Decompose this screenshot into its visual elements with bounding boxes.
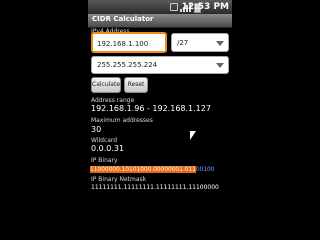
- prefix-select[interactable]: /27: [171, 33, 229, 52]
- status-clock: 12:53 PM: [181, 2, 229, 12]
- app-title: CIDR Calculator: [92, 15, 154, 23]
- usb-icon: [170, 3, 178, 11]
- wildcard-value: 0.0.0.31: [91, 144, 125, 153]
- netmask-binary-label: IP Binary Netmask: [91, 176, 147, 183]
- address-range-label: Address range: [91, 97, 135, 104]
- status-bar: 12:53 PM: [88, 0, 232, 14]
- prefix-selected-value: /27: [177, 39, 189, 47]
- max-addresses-label: Maximum addresses: [91, 117, 153, 124]
- max-addresses-value: 30: [91, 125, 102, 134]
- mask-selected-value: 255.255.255.224: [97, 61, 158, 69]
- ip-binary-host-bits: 00100: [195, 166, 215, 173]
- mouse-cursor-icon: [190, 131, 196, 140]
- ip-binary-value: 11000000.10101000.00000001.01100100: [90, 166, 214, 174]
- wildcard-label: Wildcard: [91, 137, 118, 144]
- subnet-mask-select[interactable]: 255.255.255.224: [91, 56, 229, 74]
- calculate-button[interactable]: Calculate: [91, 77, 121, 93]
- chevron-down-icon: [216, 63, 224, 68]
- address-range-value: 192.168.1.96 - 192.168.1.127: [91, 104, 211, 113]
- netmask-binary-value: 11111111.11111111.11111111.11100000: [91, 184, 219, 191]
- phone-screen: 12:53 PM CIDR Calculator IPv4 Address 19…: [88, 0, 232, 240]
- ip-address-value: 192.168.1.100: [97, 40, 149, 48]
- app-title-bar: CIDR Calculator: [88, 14, 232, 28]
- chevron-down-icon: [216, 41, 224, 46]
- ip-binary-network-bits: 11000000.10101000.00000001.011: [90, 166, 196, 173]
- reset-button[interactable]: Reset: [124, 77, 148, 93]
- ip-address-input[interactable]: 192.168.1.100: [91, 32, 167, 53]
- ip-binary-label: IP Binary: [91, 157, 118, 164]
